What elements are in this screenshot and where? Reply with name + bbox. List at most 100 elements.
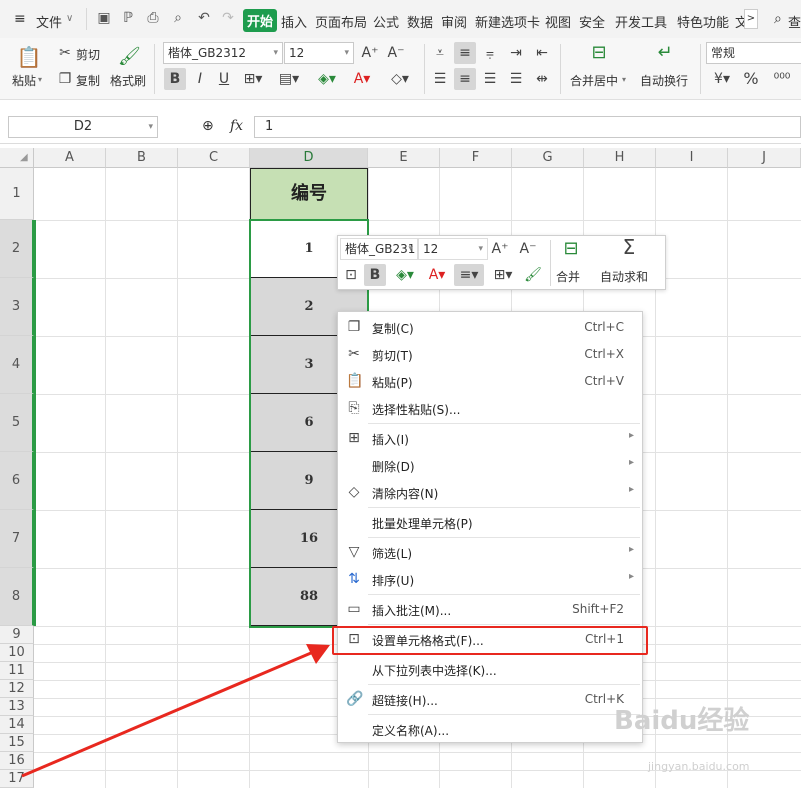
column-header-i[interactable]: I <box>656 148 728 168</box>
align-top-icon[interactable]: ⩡ <box>430 42 450 64</box>
mini-merge-icon[interactable]: ⊟ <box>558 238 584 262</box>
row-header-1[interactable]: 1 <box>0 168 34 220</box>
name-box[interactable]: D2 ▾ <box>8 116 158 138</box>
row-header-6[interactable]: 6 <box>0 452 34 510</box>
copy-icon[interactable]: ❐ <box>56 68 74 90</box>
row-header-11[interactable]: 11 <box>0 662 34 680</box>
tab-security[interactable]: 安全 <box>579 12 605 31</box>
row-header-14[interactable]: 14 <box>0 716 34 734</box>
zoom-icon[interactable]: ⊕ <box>202 118 214 134</box>
menu-item-clear[interactable]: ◇ 清除内容(N) ▸ <box>338 479 642 506</box>
mini-fill-color-icon[interactable]: ◈▾ <box>390 264 420 286</box>
menu-item-batch[interactable]: 批量处理单元格(P) <box>338 509 642 536</box>
chevron-right-icon[interactable]: > <box>744 9 758 29</box>
mini-borders-icon[interactable]: ⊞▾ <box>488 264 518 286</box>
menu-item-filter[interactable]: ▽ 筛选(L) ▸ <box>338 539 642 566</box>
menu-item-insert[interactable]: ⊞ 插入(I) ▸ <box>338 425 642 452</box>
outdent-icon[interactable]: ⇤ <box>532 42 552 64</box>
row-header-2[interactable]: 2 <box>0 220 34 278</box>
column-header-b[interactable]: B <box>106 148 178 168</box>
mini-align-center-icon[interactable]: ≡▾ <box>454 264 484 286</box>
header-cell-number[interactable]: 编号 <box>250 168 368 220</box>
chevron-down-icon[interactable]: ▾ <box>622 75 626 84</box>
menu-item-dropdown-pick[interactable]: 从下拉列表中选择(K)... <box>338 656 642 683</box>
chevron-down-icon[interactable]: ▾ <box>148 117 153 137</box>
cut-button[interactable]: 剪切 <box>76 46 100 63</box>
number-format-select[interactable]: 常规 <box>706 42 801 64</box>
bold-button[interactable]: B <box>164 68 186 90</box>
tab-page-layout[interactable]: 页面布局 <box>315 12 367 31</box>
percent-button[interactable]: % <box>742 68 760 90</box>
column-header-c[interactable]: C <box>178 148 250 168</box>
tab-special[interactable]: 特色功能 <box>677 12 729 31</box>
redo-icon[interactable]: ↷ <box>220 10 236 26</box>
increase-font-icon[interactable]: A⁺ <box>360 42 380 64</box>
column-header-j[interactable]: J <box>728 148 801 168</box>
tab-review[interactable]: 审阅 <box>441 12 467 31</box>
menu-item-sort[interactable]: ⇅ 排序(U) ▸ <box>338 566 642 593</box>
row-header-17[interactable]: 17 <box>0 770 34 788</box>
font-name-select[interactable]: 楷体_GB2312 ▾ <box>163 42 283 64</box>
italic-button[interactable]: I <box>190 68 210 90</box>
align-middle-icon[interactable]: ≡ <box>454 42 476 64</box>
mini-merge-button[interactable]: 合并 <box>556 268 580 285</box>
tab-formulas[interactable]: 公式 <box>373 12 399 31</box>
autosum-button[interactable]: 自动求和 <box>600 268 648 285</box>
row-header-12[interactable]: 12 <box>0 680 34 698</box>
thousands-icon[interactable]: ⁰⁰⁰ <box>768 68 796 90</box>
undo-icon[interactable]: ↶ <box>196 10 212 26</box>
mini-format-painter-icon[interactable]: 🖌 <box>522 264 544 286</box>
menu-item-cut[interactable]: ✂ 剪切(T) Ctrl+X <box>338 341 642 368</box>
format-painter-icon[interactable]: 🖌 <box>118 44 141 70</box>
tab-developer[interactable]: 开发工具 <box>615 12 667 31</box>
column-header-a[interactable]: A <box>34 148 106 168</box>
decrease-font-icon[interactable]: A⁻ <box>386 42 406 64</box>
align-bottom-icon[interactable]: ⩦ <box>480 42 500 64</box>
row-header-7[interactable]: 7 <box>0 510 34 568</box>
column-header-e[interactable]: E <box>368 148 440 168</box>
menu-item-hyperlink[interactable]: 🔗 超链接(H)... Ctrl+K <box>338 686 642 713</box>
underline-button[interactable]: U <box>214 68 234 90</box>
font-size-select[interactable]: 12 ▾ <box>284 42 354 64</box>
chevron-down-icon[interactable]: ▾ <box>38 75 42 84</box>
mini-font-size-select[interactable]: 12 ▾ <box>418 238 488 260</box>
menu-item-paste[interactable]: 📋 粘贴(P) Ctrl+V <box>338 368 642 395</box>
tab-insert[interactable]: 插入 <box>281 12 307 31</box>
column-header-d[interactable]: D <box>250 148 368 168</box>
hamburger-icon[interactable]: ≡ <box>14 11 26 27</box>
sigma-icon[interactable]: Σ <box>616 236 642 262</box>
merge-center-icon[interactable]: ⊟ <box>586 42 612 66</box>
chevron-down-icon[interactable]: ∨ <box>66 13 73 24</box>
copy-button[interactable]: 复制 <box>76 72 100 89</box>
row-header-5[interactable]: 5 <box>0 394 34 452</box>
function-label[interactable]: fx <box>230 118 243 134</box>
justify-icon[interactable]: ☰ <box>506 68 526 90</box>
distribute-icon[interactable]: ⇹ <box>532 68 552 90</box>
tab-data[interactable]: 数据 <box>407 12 433 31</box>
format-painter-button[interactable]: 格式刷 <box>110 72 146 89</box>
fill-color-icon[interactable]: ◈▾ <box>312 68 342 90</box>
formula-input[interactable]: 1 <box>254 116 801 138</box>
borders-icon[interactable]: ⊞▾ <box>240 68 266 90</box>
align-right-icon[interactable]: ☰ <box>480 68 500 90</box>
wrap-text-icon[interactable]: ↵ <box>652 42 678 66</box>
mini-font-name-select[interactable]: 楷体_GB231 ▾ <box>340 238 418 260</box>
search-icon[interactable]: ⌕ <box>774 11 782 27</box>
wrap-text-button[interactable]: 自动换行 <box>640 72 688 89</box>
row-header-16[interactable]: 16 <box>0 752 34 770</box>
cell-format-icon[interactable]: ⊡ <box>340 264 362 286</box>
merge-center-button[interactable]: 合并居中 <box>570 72 618 89</box>
save-icon[interactable]: ▣ <box>96 10 112 26</box>
select-all-corner[interactable]: ◢ <box>0 148 34 168</box>
menu-item-define-name[interactable]: 定义名称(A)... <box>338 716 642 743</box>
print-icon[interactable]: ⎙ <box>145 10 161 26</box>
column-header-f[interactable]: F <box>440 148 512 168</box>
export-pdf-icon[interactable]: ℙ <box>120 10 136 26</box>
menu-item-comment[interactable]: ▭ 插入批注(M)... Shift+F2 <box>338 596 642 623</box>
mini-bold-button[interactable]: B <box>364 264 386 286</box>
align-left-icon[interactable]: ☰ <box>430 68 450 90</box>
menu-item-copy[interactable]: ❐ 复制(C) Ctrl+C <box>338 314 642 341</box>
search-label[interactable]: 查 <box>788 12 801 31</box>
increase-font-icon[interactable]: A⁺ <box>490 238 510 260</box>
row-header-3[interactable]: 3 <box>0 278 34 336</box>
